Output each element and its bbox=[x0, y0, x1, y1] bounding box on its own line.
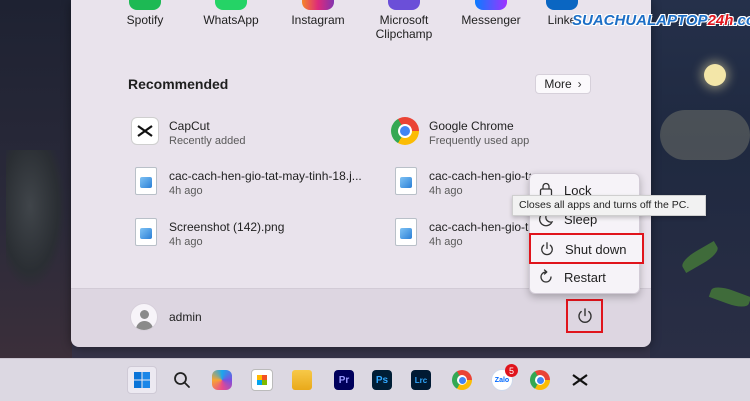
more-label: More bbox=[544, 77, 572, 91]
instagram-icon bbox=[302, 0, 334, 10]
capcut-icon bbox=[572, 374, 588, 386]
chrome-icon bbox=[452, 370, 472, 390]
recommended-item-file[interactable]: cac-cach-hen-gio-tat-may-tinh-17.j... 4h… bbox=[391, 167, 531, 201]
lightroom-classic-button[interactable]: Lrc bbox=[406, 366, 436, 394]
wallpaper-cloud bbox=[660, 110, 750, 160]
pinned-app-label: WhatsApp bbox=[203, 13, 259, 27]
copilot-icon bbox=[212, 370, 232, 390]
watermark-text: SUACHUALAPTOP24h.com bbox=[572, 11, 750, 29]
user-icon-body bbox=[136, 321, 153, 330]
store-icon bbox=[251, 369, 273, 391]
recommended-item-subtitle: Frequently used app bbox=[429, 135, 530, 147]
user-name[interactable]: admin bbox=[169, 310, 202, 324]
chrome-taskbar-button[interactable] bbox=[447, 366, 477, 394]
power-icon bbox=[577, 308, 592, 323]
more-button[interactable]: More › bbox=[535, 74, 591, 94]
recommended-item-name: Google Chrome bbox=[429, 119, 514, 133]
user-icon bbox=[140, 310, 149, 319]
recommended-item-subtitle: 4h ago bbox=[169, 236, 203, 248]
wallpaper-tree bbox=[6, 150, 66, 290]
capcut-icon bbox=[131, 117, 161, 147]
wallpaper-leaf bbox=[679, 240, 721, 274]
avatar[interactable] bbox=[130, 303, 158, 331]
photoshop-button[interactable]: Ps bbox=[367, 366, 397, 394]
recommended-item-screenshot[interactable]: Screenshot (142).png 4h ago bbox=[131, 218, 361, 252]
pinned-app-label: Spotify bbox=[126, 13, 164, 27]
recommended-item-subtitle: Recently added bbox=[169, 135, 246, 147]
store-button[interactable] bbox=[247, 366, 277, 394]
recommended-title: Recommended bbox=[128, 76, 229, 92]
premiere-pro-button[interactable]: Pr bbox=[329, 366, 359, 394]
pinned-app-label: Messenger bbox=[461, 13, 521, 27]
search-icon bbox=[174, 372, 190, 388]
recommended-item-name: cac-cach-hen-gio-tat-may-tinh-17.j... bbox=[429, 169, 531, 183]
pinned-app-messenger[interactable]: Messenger bbox=[446, 0, 536, 27]
clipchamp-icon bbox=[388, 0, 420, 10]
premiere-pro-icon: Pr bbox=[334, 370, 354, 390]
whatsapp-icon bbox=[215, 0, 247, 10]
site-watermark: SUACHUALAPTOP24h.com bbox=[568, 6, 750, 34]
recommended-item-subtitle: 4h ago bbox=[429, 185, 463, 197]
messenger-icon bbox=[475, 0, 507, 10]
pinned-app-whatsapp[interactable]: WhatsApp bbox=[186, 0, 276, 27]
lightroom-classic-icon: Lrc bbox=[411, 370, 431, 390]
image-file-icon bbox=[131, 218, 161, 248]
recommended-item-name: CapCut bbox=[169, 119, 210, 133]
pinned-app-label: Instagram bbox=[291, 13, 345, 27]
recommended-item-name: Screenshot (142).png bbox=[169, 220, 285, 234]
wallpaper-moon bbox=[704, 64, 726, 86]
pinned-app-label: Microsoft Clipchamp bbox=[375, 13, 433, 41]
shutdown-tooltip: Closes all apps and turns off the PC. bbox=[512, 195, 706, 216]
image-file-icon bbox=[391, 167, 421, 197]
chrome-profile-button[interactable] bbox=[525, 366, 555, 394]
copilot-button[interactable] bbox=[207, 366, 237, 394]
zalo-button[interactable]: Zalo 5 bbox=[487, 364, 518, 394]
taskbar: Pr Ps Lrc Zalo 5 bbox=[0, 358, 750, 401]
chevron-right-icon: › bbox=[577, 77, 582, 91]
pinned-app-instagram[interactable]: Instagram bbox=[273, 0, 363, 27]
recommended-item-name: cac-cach-hen-gio-tat-may-tinh-16.j... bbox=[429, 220, 529, 234]
recommended-item-subtitle: 4h ago bbox=[169, 185, 203, 197]
folder-icon bbox=[292, 370, 312, 390]
power-icon bbox=[539, 241, 555, 257]
notification-badge: 5 bbox=[505, 364, 518, 377]
recommended-item-file[interactable]: cac-cach-hen-gio-tat-may-tinh-16.j... 4h… bbox=[391, 218, 529, 252]
power-menu-restart[interactable]: Restart bbox=[538, 263, 635, 291]
power-menu-shutdown[interactable]: Shut down bbox=[529, 233, 644, 264]
wallpaper-left bbox=[0, 0, 72, 358]
recommended-item-chrome[interactable]: Google Chrome Frequently used app bbox=[391, 117, 591, 151]
capcut-taskbar-button[interactable] bbox=[565, 366, 595, 394]
recommended-item-subtitle: 4h ago bbox=[429, 236, 463, 248]
windows-logo-icon bbox=[134, 372, 150, 388]
file-explorer-button[interactable] bbox=[287, 366, 317, 394]
power-button[interactable] bbox=[566, 299, 603, 333]
spotify-icon bbox=[129, 0, 161, 10]
wallpaper-leaf bbox=[708, 283, 750, 311]
shutdown-row: Shut down bbox=[539, 235, 636, 263]
pinned-app-spotify[interactable]: Spotify bbox=[100, 0, 190, 27]
image-file-icon bbox=[131, 167, 161, 197]
power-menu-label: Restart bbox=[564, 269, 606, 285]
recommended-item-name: cac-cach-hen-gio-tat-may-tinh-18.j... bbox=[169, 169, 362, 183]
pinned-app-clipchamp[interactable]: Microsoft Clipchamp bbox=[359, 0, 449, 41]
search-button[interactable] bbox=[167, 366, 197, 394]
restart-icon bbox=[538, 269, 554, 285]
power-menu-label: Shut down bbox=[565, 241, 627, 257]
start-menu-footer bbox=[71, 288, 651, 347]
photoshop-icon: Ps bbox=[372, 370, 392, 390]
chrome-icon bbox=[391, 117, 421, 147]
recommended-item-file[interactable]: cac-cach-hen-gio-tat-may-tinh-18.j... 4h… bbox=[131, 167, 362, 201]
chrome-icon bbox=[530, 370, 550, 390]
image-file-icon bbox=[391, 218, 421, 248]
start-button[interactable] bbox=[127, 366, 157, 394]
recommended-item-capcut[interactable]: CapCut Recently added bbox=[131, 117, 361, 151]
wallpaper-right bbox=[650, 0, 750, 358]
